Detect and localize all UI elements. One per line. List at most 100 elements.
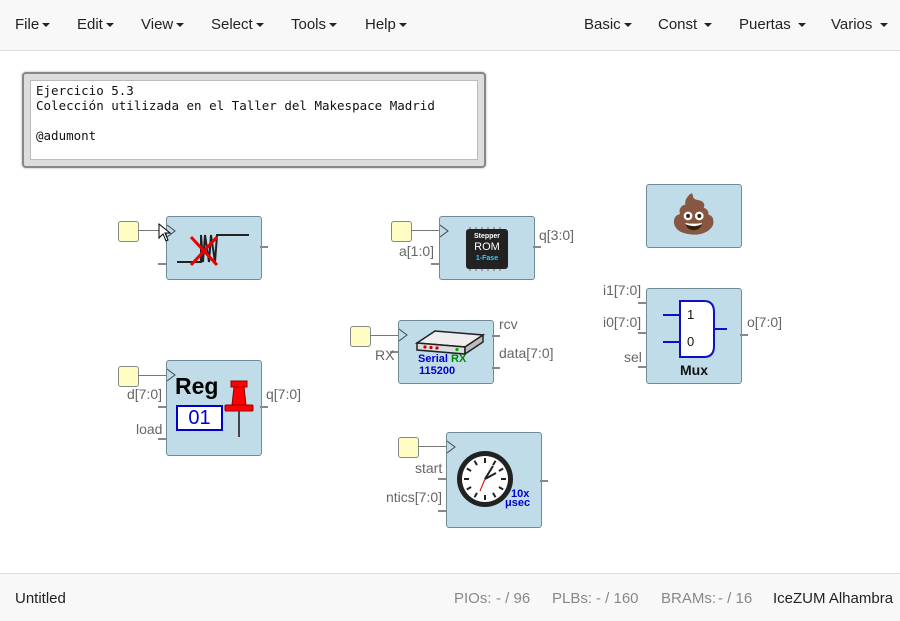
cursor-icon xyxy=(158,223,172,242)
poop-block[interactable]: 💩 xyxy=(646,184,742,248)
input-port xyxy=(638,366,646,368)
menu-bar: File Edit View Select Tools Help Basic C… xyxy=(0,0,900,51)
menu-help-label: Help xyxy=(365,16,396,33)
menu-select[interactable]: Select xyxy=(211,16,264,33)
reg-value: 01 xyxy=(176,405,223,431)
clock-icon xyxy=(447,440,513,507)
port-label-load: load xyxy=(136,421,163,437)
input-port xyxy=(438,510,446,512)
mux-input-1-label: 1 xyxy=(687,307,695,322)
menu-const-label: Const xyxy=(658,16,698,33)
input-port xyxy=(158,263,166,265)
mux-input-0-label: 0 xyxy=(687,334,695,349)
serial-label-text: Serial xyxy=(418,353,448,365)
chevron-down-icon xyxy=(398,23,407,28)
timer-block[interactable]: 10x μsec xyxy=(446,432,542,528)
output-port xyxy=(492,335,500,337)
input-port xyxy=(431,263,439,265)
menu-help[interactable]: Help xyxy=(365,16,407,33)
debounce-block[interactable] xyxy=(166,216,262,280)
output-port xyxy=(533,246,541,248)
menu-select-label: Select xyxy=(211,16,253,33)
output-port xyxy=(492,367,500,369)
menu-view[interactable]: View xyxy=(141,16,185,33)
serial-rx-block[interactable]: Serial RX 115200 xyxy=(398,320,494,384)
input-pin[interactable] xyxy=(350,326,371,347)
status-bar: Untitled PIOs: - / 96 PLBs: - / 160 BRAM… xyxy=(0,573,900,621)
chevron-down-icon xyxy=(329,23,338,28)
info-text[interactable]: Ejercicio 5.3 Colección utilizada en el … xyxy=(30,80,478,160)
input-port xyxy=(158,438,166,440)
menu-varios[interactable]: Varios xyxy=(831,16,888,33)
chip-label-3: 1-Fase xyxy=(475,255,499,262)
menu-file[interactable]: File xyxy=(15,16,51,33)
port-label-q: q[3:0] xyxy=(539,227,575,243)
chevron-down-icon xyxy=(797,23,806,28)
input-pin[interactable] xyxy=(118,366,139,387)
chevron-down-icon xyxy=(879,23,888,28)
menu-edit[interactable]: Edit xyxy=(77,16,114,33)
port-label-i1: i1[7:0] xyxy=(603,282,642,298)
plbs-label: PLBs: xyxy=(552,590,593,607)
menu-const[interactable]: Const xyxy=(658,16,713,33)
menu-view-label: View xyxy=(141,16,174,33)
chevron-down-icon xyxy=(255,23,264,28)
input-pin[interactable] xyxy=(391,221,412,242)
port-label-d: d[7:0] xyxy=(127,386,163,402)
chip-label-2: ROM xyxy=(474,241,500,253)
brams-value: - / 16 xyxy=(718,590,753,607)
port-label-o: o[7:0] xyxy=(747,314,783,330)
chip-label-1: Stepper xyxy=(473,233,501,240)
port-label-i0: i0[7:0] xyxy=(603,314,642,330)
menu-puertas-label: Puertas xyxy=(739,16,791,33)
input-pin[interactable] xyxy=(398,437,419,458)
port-label-data: data[7:0] xyxy=(499,345,554,361)
chevron-down-icon xyxy=(704,23,713,28)
baud-label: 115200 xyxy=(419,365,456,377)
port-label-ntics: ntics[7:0] xyxy=(386,489,443,505)
menu-basic[interactable]: Basic xyxy=(584,16,632,33)
port-label-rcv: rcv xyxy=(499,316,518,332)
debounce-icon xyxy=(167,224,249,267)
register-block[interactable]: Reg 01 xyxy=(166,360,262,456)
output-port xyxy=(540,480,548,482)
port-label-rx: RX xyxy=(375,347,395,363)
port-label-a: a[1:0] xyxy=(399,243,435,259)
wire xyxy=(418,446,446,447)
wire xyxy=(138,375,166,376)
stepper-rom-block[interactable]: Stepper ROM 1-Fase xyxy=(439,216,535,280)
menu-puertas[interactable]: Puertas xyxy=(739,16,806,33)
output-port xyxy=(260,406,268,408)
mux-label: Mux xyxy=(680,362,708,378)
menu-tools[interactable]: Tools xyxy=(291,16,338,33)
chevron-down-icon xyxy=(623,23,632,28)
board-name[interactable]: IceZUM Alhambra xyxy=(773,590,893,607)
menu-varios-label: Varios xyxy=(831,16,873,33)
chevron-down-icon xyxy=(105,23,114,28)
info-block[interactable]: Ejercicio 5.3 Colección utilizada en el … xyxy=(22,72,486,168)
menu-edit-label: Edit xyxy=(77,16,103,33)
timer-tag-2: μsec xyxy=(505,497,531,509)
brams-label: BRAMs: xyxy=(661,590,717,607)
output-port xyxy=(740,334,748,336)
input-port xyxy=(438,478,446,480)
input-port xyxy=(638,302,646,304)
menu-file-label: File xyxy=(15,16,40,33)
pios-label: PIOs: xyxy=(454,590,492,607)
serial-label: Serial RX xyxy=(418,353,466,365)
serial-rx-text: RX xyxy=(451,353,467,365)
chevron-down-icon xyxy=(42,23,51,28)
menu-basic-label: Basic xyxy=(584,16,621,33)
chevron-down-icon xyxy=(176,23,185,28)
mux-block[interactable]: 1 0 Mux xyxy=(646,288,742,384)
input-pin[interactable] xyxy=(118,221,139,242)
wire xyxy=(411,230,439,231)
port-label-start: start xyxy=(415,460,443,476)
pios-value: - / 96 xyxy=(496,590,531,607)
poop-emoji-icon: 💩 xyxy=(670,194,718,236)
port-label-sel: sel xyxy=(624,349,642,365)
wire xyxy=(370,335,398,336)
input-port xyxy=(158,406,166,408)
reg-title: Reg xyxy=(175,373,219,399)
project-name: Untitled xyxy=(15,590,66,607)
